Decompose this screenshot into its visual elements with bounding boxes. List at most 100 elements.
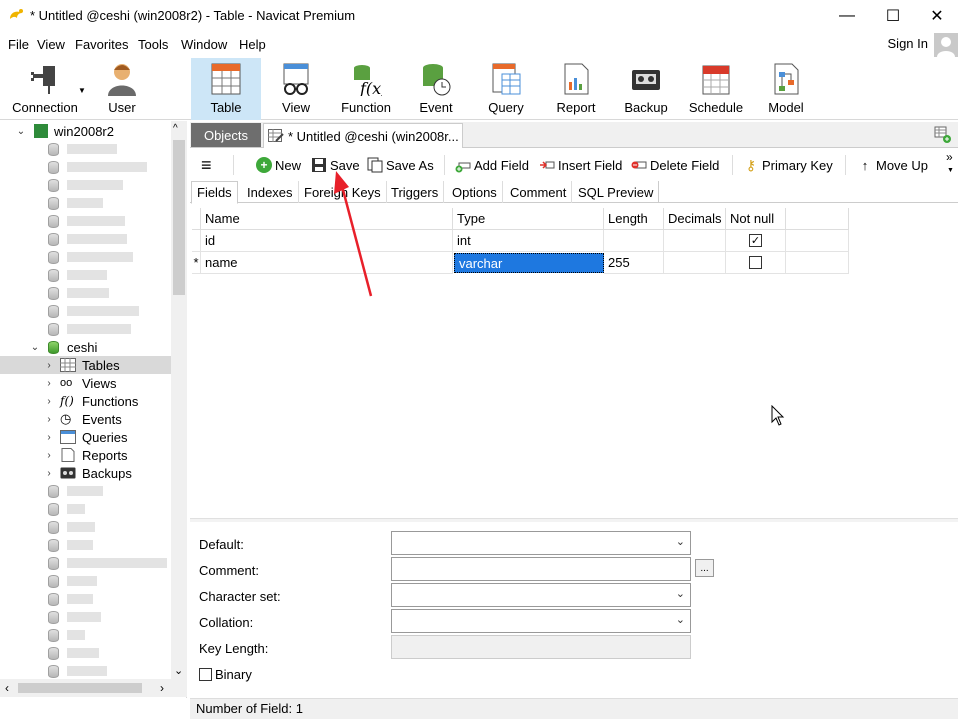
ribbon-user[interactable]: User [94,58,150,120]
tree-blurred-db[interactable] [0,158,171,176]
insert-field-button[interactable]: Insert Field [539,155,622,175]
cell-name[interactable]: name [201,252,453,274]
chevron-right-icon[interactable]: › [44,414,54,425]
cell-length[interactable]: 255 [604,252,664,274]
chevron-right-icon[interactable]: › [44,432,54,443]
comment-ellipsis-button[interactable]: ... [695,559,714,577]
menu-favorites[interactable]: Favorites [75,37,128,52]
chevron-down-icon[interactable]: ⌄ [30,342,40,353]
binary-checkbox[interactable] [199,668,212,681]
tree-item-backups[interactable]: › Backups [0,464,171,482]
charset-dropdown[interactable]: ⌄ [391,583,691,607]
tree-item-queries[interactable]: › Queries [0,428,171,446]
close-button[interactable]: ✕ [914,0,958,32]
tree-blurred-db[interactable] [0,500,171,518]
primary-key-button[interactable]: ⚷ Primary Key [743,155,833,175]
tree-blurred-db[interactable] [0,176,171,194]
tree-blurred-db[interactable] [0,302,171,320]
chevron-right-icon[interactable]: › [44,468,54,479]
scroll-left-icon[interactable]: ‹ [5,681,9,695]
tree-item-tables[interactable]: › Tables [0,356,171,374]
delete-field-button[interactable]: Delete Field [631,155,719,175]
ribbon-function[interactable]: f(x) Function [334,58,398,120]
tab-indexes[interactable]: Indexes [242,181,299,203]
new-tab-icon[interactable] [934,126,952,144]
tree-item-functions[interactable]: › f() Functions [0,392,171,410]
tree-blurred-db[interactable] [0,266,171,284]
tree-blurred-db[interactable] [0,212,171,230]
chevron-right-icon[interactable]: › [44,396,54,407]
tree-item-views[interactable]: › oo Views [0,374,171,392]
menu-view[interactable]: View [37,37,65,52]
not-null-checkbox-checked[interactable]: ✓ [749,234,762,247]
default-dropdown[interactable]: ⌄ [391,531,691,555]
column-header-length[interactable]: Length [604,208,664,230]
cell-not-null[interactable] [726,252,786,274]
connection-dropdown-icon[interactable]: ▼ [78,86,86,95]
tree-blurred-db[interactable] [0,536,171,554]
tree-connection-win2008r2[interactable]: ⌄ win2008r2 [0,122,171,140]
move-up-button[interactable]: ↑ Move Up [857,155,928,175]
ribbon-schedule[interactable]: Schedule [686,58,746,120]
scroll-right-icon[interactable]: › [160,681,164,695]
ribbon-event[interactable]: Event [408,58,464,120]
collation-dropdown[interactable]: ⌄ [391,609,691,633]
column-header-decimals[interactable]: Decimals [664,208,726,230]
menu-file[interactable]: File [8,37,29,52]
tree-blurred-db[interactable] [0,590,171,608]
tab-sql-preview[interactable]: SQL Preview [573,181,660,203]
add-field-button[interactable]: Add Field [455,155,529,175]
tree-blurred-db[interactable] [0,554,171,572]
tree-blurred-db[interactable] [0,626,171,644]
menu-tools[interactable]: Tools [138,37,168,52]
toolbar-overflow-icon[interactable]: » [946,150,953,164]
ribbon-backup[interactable]: Backup [618,58,674,120]
minimize-button[interactable]: — [824,0,870,32]
chevron-right-icon[interactable]: › [44,378,54,389]
tree-database-ceshi[interactable]: ⌄ ceshi [0,338,171,356]
comment-field[interactable] [391,557,691,581]
cell-decimals[interactable] [664,252,726,274]
tree-blurred-db[interactable] [0,140,171,158]
tree-blurred-db[interactable] [0,284,171,302]
tree-item-reports[interactable]: › Reports [0,446,171,464]
tree-blurred-db[interactable] [0,518,171,536]
hamburger-menu-icon[interactable]: ≡ [201,155,212,175]
tree-blurred-db[interactable] [0,248,171,266]
tree-blurred-db[interactable] [0,644,171,662]
tree-blurred-db[interactable] [0,608,171,626]
scroll-up-icon[interactable]: ^ [173,123,178,134]
cell-type[interactable]: int [453,230,604,252]
maximize-button[interactable]: ☐ [870,0,916,32]
menu-help[interactable]: Help [239,37,266,52]
tree-blurred-db[interactable] [0,230,171,248]
chevron-right-icon[interactable]: › [44,360,54,371]
menu-window[interactable]: Window [181,37,227,52]
sign-in-link[interactable]: Sign In [888,36,928,51]
tree-blurred-db[interactable] [0,194,171,212]
tree-scroll-thumb[interactable] [173,140,185,295]
chevron-down-icon[interactable]: ⌄ [16,126,26,137]
tree-blurred-db[interactable] [0,572,171,590]
tree-blurred-db[interactable] [0,482,171,500]
column-header-not-null[interactable]: Not null [726,208,786,230]
tree-item-events[interactable]: › ◷ Events [0,410,171,428]
tree-blurred-db[interactable] [0,320,171,338]
scroll-down-icon[interactable]: ⌄ [174,664,183,677]
tree-blurred-db[interactable] [0,662,171,680]
column-header-type[interactable]: Type [453,208,604,230]
tab-triggers[interactable]: Triggers [386,181,445,203]
avatar[interactable] [934,33,958,57]
toolbar-dropdown-icon[interactable]: ▼ [947,167,954,174]
panel-splitter[interactable] [190,518,958,522]
cell-decimals[interactable] [664,230,726,252]
cell-name[interactable]: id [201,230,453,252]
tab-options[interactable]: Options [447,181,503,203]
new-button[interactable]: + New [256,155,301,175]
cell-length[interactable] [604,230,664,252]
tab-fields[interactable]: Fields [191,181,238,204]
ribbon-model[interactable]: Model [758,58,814,120]
cell-not-null[interactable]: ✓ [726,230,786,252]
chevron-right-icon[interactable]: › [44,450,54,461]
tab-untitled-table[interactable]: * Untitled @ceshi (win2008r... [263,123,463,148]
